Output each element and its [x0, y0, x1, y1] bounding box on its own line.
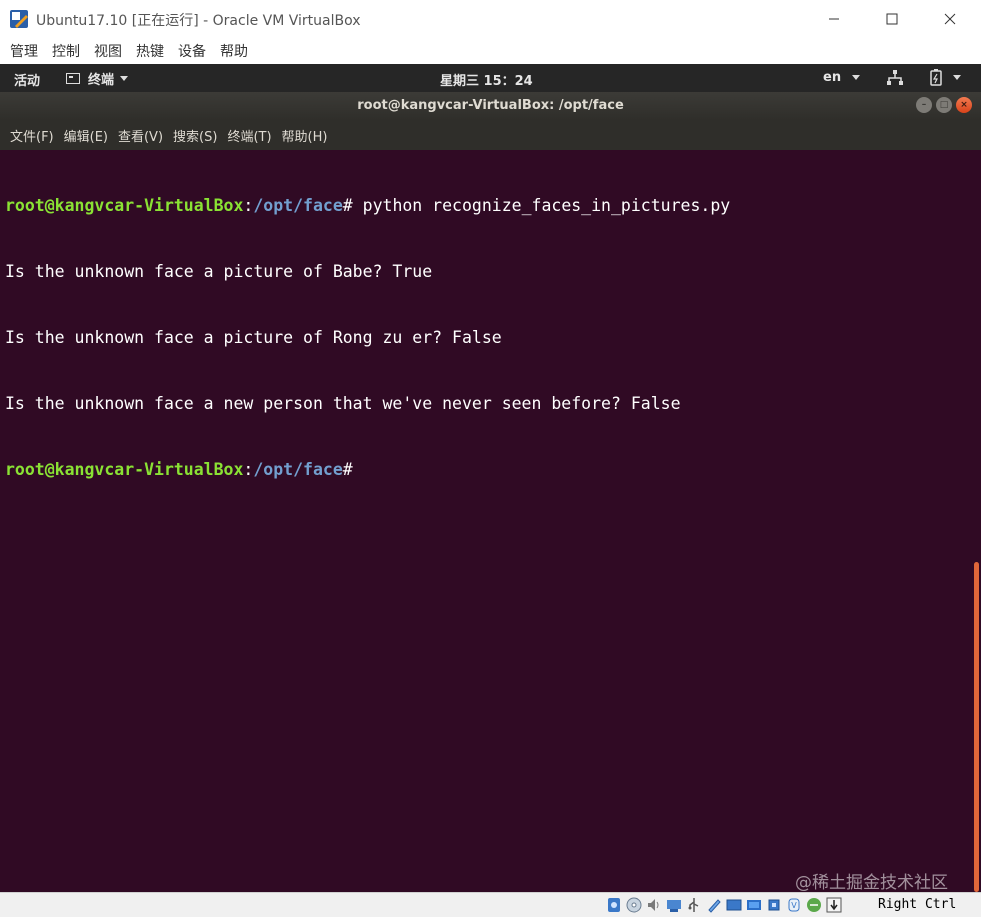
chevron-down-icon: [953, 75, 961, 80]
network-icon[interactable]: [886, 69, 904, 86]
terminal-menu-search[interactable]: 搜索(S): [173, 126, 217, 145]
maximize-button[interactable]: [863, 0, 921, 38]
terminal-menu-terminal[interactable]: 终端(T): [227, 126, 271, 145]
svg-text:V: V: [791, 901, 797, 910]
virtualbox-icon: [9, 9, 29, 29]
terminal-menu-edit[interactable]: 编辑(E): [64, 126, 108, 145]
input-language-button[interactable]: en: [823, 70, 860, 85]
clock[interactable]: 星期三 15：24: [440, 70, 533, 89]
chevron-down-icon: [120, 76, 129, 81]
vbox-menu-devices[interactable]: 设备: [178, 41, 206, 61]
terminal-menu-view[interactable]: 查看(V): [118, 126, 163, 145]
output-line: Is the unknown face a picture of Babe? T…: [5, 262, 433, 281]
shared-folders-icon[interactable]: [705, 896, 723, 914]
hard-disk-icon[interactable]: [605, 896, 623, 914]
app-menu-label: 终端: [88, 73, 115, 88]
terminal-minimize-button[interactable]: –: [916, 97, 932, 113]
terminal-window-title: root@kangvcar-VirtualBox: /opt/face: [357, 98, 624, 113]
gnome-top-bar: 活动 终端 星期三 15：24 en: [0, 64, 981, 92]
terminal-close-button[interactable]: ×: [956, 97, 972, 113]
prompt-symbol: #: [342, 460, 353, 479]
activities-button[interactable]: 活动: [14, 70, 40, 89]
vbox-menu-hotkeys[interactable]: 热键: [136, 41, 164, 61]
prompt-colon: :: [243, 460, 254, 479]
host-window-title: Ubuntu17.10 [正在运行] - Oracle VM VirtualBo…: [36, 13, 361, 29]
terminal-maximize-button[interactable]: □: [936, 97, 952, 113]
close-button[interactable]: [921, 0, 979, 38]
command-text: python recognize_faces_in_pictures.py: [352, 196, 731, 215]
optical-drive-icon[interactable]: [625, 896, 643, 914]
prompt-user: root@kangvcar-VirtualBox: [5, 196, 244, 215]
output-line: Is the unknown face a new person that we…: [5, 394, 681, 413]
audio-icon[interactable]: [645, 896, 663, 914]
maximize-icon: □: [939, 99, 949, 110]
minimize-icon: [829, 18, 839, 20]
vbox-menubar: 管理 控制 视图 热键 设备 帮助: [0, 38, 981, 64]
prompt-user: root@kangvcar-VirtualBox: [5, 460, 244, 479]
vbox-menu-control[interactable]: 控制: [52, 41, 80, 61]
terminal-titlebar: root@kangvcar-VirtualBox: /opt/face – □ …: [0, 92, 981, 120]
prompt-path: /opt/face: [253, 196, 343, 215]
close-icon: ×: [960, 99, 968, 110]
network-adapter-icon[interactable]: [665, 896, 683, 914]
host-window-titlebar: Ubuntu17.10 [正在运行] - Oracle VM VirtualBo…: [0, 0, 981, 38]
minimize-icon: –: [921, 99, 927, 110]
keyboard-icon[interactable]: [805, 896, 823, 914]
maximize-icon: [886, 13, 898, 25]
app-menu-button[interactable]: 终端: [66, 69, 129, 88]
scrollbar-thumb[interactable]: [974, 562, 979, 892]
vbox-menu-help[interactable]: 帮助: [220, 41, 248, 61]
vbox-statusbar: V Right Ctrl: [0, 892, 981, 917]
current-prompt-line[interactable]: root@kangvcar-VirtualBox:/opt/face#: [5, 459, 730, 481]
output-line: Is the unknown face a picture of Rong zu…: [5, 328, 502, 347]
terminal-menu-file[interactable]: 文件(F): [10, 126, 54, 145]
vbox-menu-view[interactable]: 视图: [94, 41, 122, 61]
mouse-integration-icon[interactable]: V: [785, 896, 803, 914]
terminal-menu-help[interactable]: 帮助(H): [282, 126, 328, 145]
display-icon[interactable]: [725, 896, 743, 914]
video-capture-icon[interactable]: [745, 896, 763, 914]
close-icon: [944, 13, 956, 25]
cpu-icon[interactable]: [765, 896, 783, 914]
watermark: @稀土掘金技术社区: [795, 873, 948, 893]
chevron-down-icon: [851, 75, 860, 80]
host-key-label: Right Ctrl: [878, 897, 957, 912]
usb-icon[interactable]: [685, 896, 703, 914]
terminal-output-area[interactable]: root@kangvcar-VirtualBox:/opt/face# pyth…: [0, 150, 981, 892]
vbox-menu-manage[interactable]: 管理: [10, 41, 38, 61]
prompt-symbol: #: [342, 196, 353, 215]
terminal-icon: [66, 73, 80, 84]
command-line: root@kangvcar-VirtualBox:/opt/face# pyth…: [5, 195, 730, 217]
input-language-label: en: [823, 70, 842, 85]
system-menu-button[interactable]: [929, 69, 961, 86]
host-key-arrow-icon: [825, 896, 843, 914]
power-icon: [930, 69, 942, 86]
terminal-menubar: 文件(F) 编辑(E) 查看(V) 搜索(S) 终端(T) 帮助(H): [0, 120, 981, 150]
prompt-colon: :: [243, 196, 254, 215]
minimize-button[interactable]: [805, 0, 863, 38]
prompt-path: /opt/face: [253, 460, 343, 479]
